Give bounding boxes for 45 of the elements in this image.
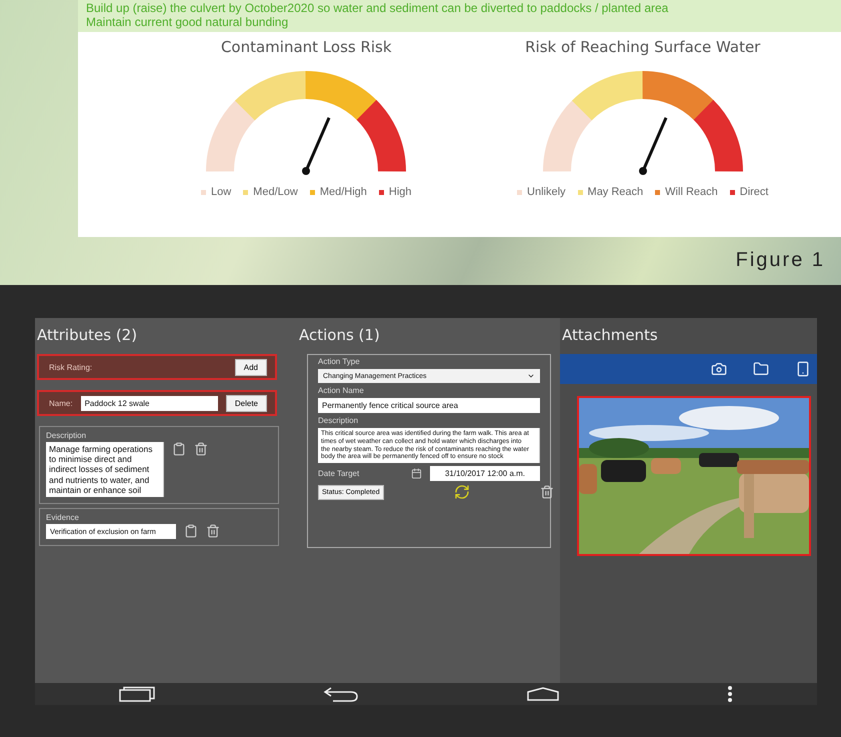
trash-icon[interactable]	[206, 524, 220, 538]
recent-apps-icon[interactable]	[119, 686, 155, 702]
delete-button[interactable]: Delete	[226, 394, 267, 412]
clipboard-icon[interactable]	[172, 442, 186, 456]
note-text: Maintain current good natural bunding	[86, 15, 290, 29]
legend-label: May Reach	[588, 186, 644, 198]
field-label: Evidence	[46, 512, 80, 522]
camera-icon[interactable]	[711, 361, 727, 377]
home-icon[interactable]	[527, 687, 559, 701]
legend-label: Will Reach	[665, 186, 718, 198]
legend-label: Direct	[740, 186, 768, 198]
field-label: Action Name	[318, 386, 365, 395]
back-icon[interactable]	[323, 686, 359, 702]
gauge-title: Contaminant Loss Risk	[220, 38, 392, 56]
chevron-down-icon	[527, 372, 535, 380]
section-title: Actions (1)	[299, 326, 381, 344]
legend-label: Med/High	[320, 186, 367, 198]
trash-icon[interactable]	[194, 442, 208, 456]
section-title: Attachments	[562, 326, 659, 344]
field-label: Name:	[49, 398, 73, 408]
refresh-icon[interactable]	[454, 484, 470, 500]
calendar-icon[interactable]	[411, 468, 422, 480]
field-label: Description	[46, 431, 88, 440]
note-text: Build up (raise) the culvert by October2020 so water and sediment can be diverted to paddocks / planted area	[86, 1, 670, 15]
description-field[interactable]: Manage farming operations to minimise direct and indirect losses of sediment and nutrients to water, and maintain or enhance soil	[46, 442, 164, 497]
clipboard-icon[interactable]	[184, 524, 198, 538]
field-label: Date Target	[318, 469, 360, 478]
legend-label: Unlikely	[527, 186, 566, 198]
gauge-title: Risk of Reaching Surface Water	[525, 38, 760, 56]
date-field[interactable]: 31/10/2017 12:00 a.m.	[430, 466, 540, 482]
section-title: Attributes (2)	[37, 326, 138, 344]
more-icon[interactable]	[727, 685, 733, 703]
trash-icon[interactable]	[540, 485, 554, 500]
field-label: Action Type	[318, 357, 361, 366]
field-label: Risk Rating:	[49, 362, 92, 372]
folder-icon[interactable]	[753, 361, 769, 377]
field-label: Description	[318, 416, 360, 425]
figure-caption: Figure 1	[736, 249, 825, 273]
add-button[interactable]: Add	[234, 358, 267, 376]
legend-label: Med/Low	[253, 186, 298, 198]
legend-label: Low	[210, 186, 232, 198]
name-field[interactable]: Paddock 12 swale	[80, 396, 218, 410]
action-name-field[interactable]: Permanently fence critical source area	[318, 398, 540, 413]
phone-icon[interactable]	[795, 361, 811, 377]
legend-label: High	[388, 186, 412, 198]
